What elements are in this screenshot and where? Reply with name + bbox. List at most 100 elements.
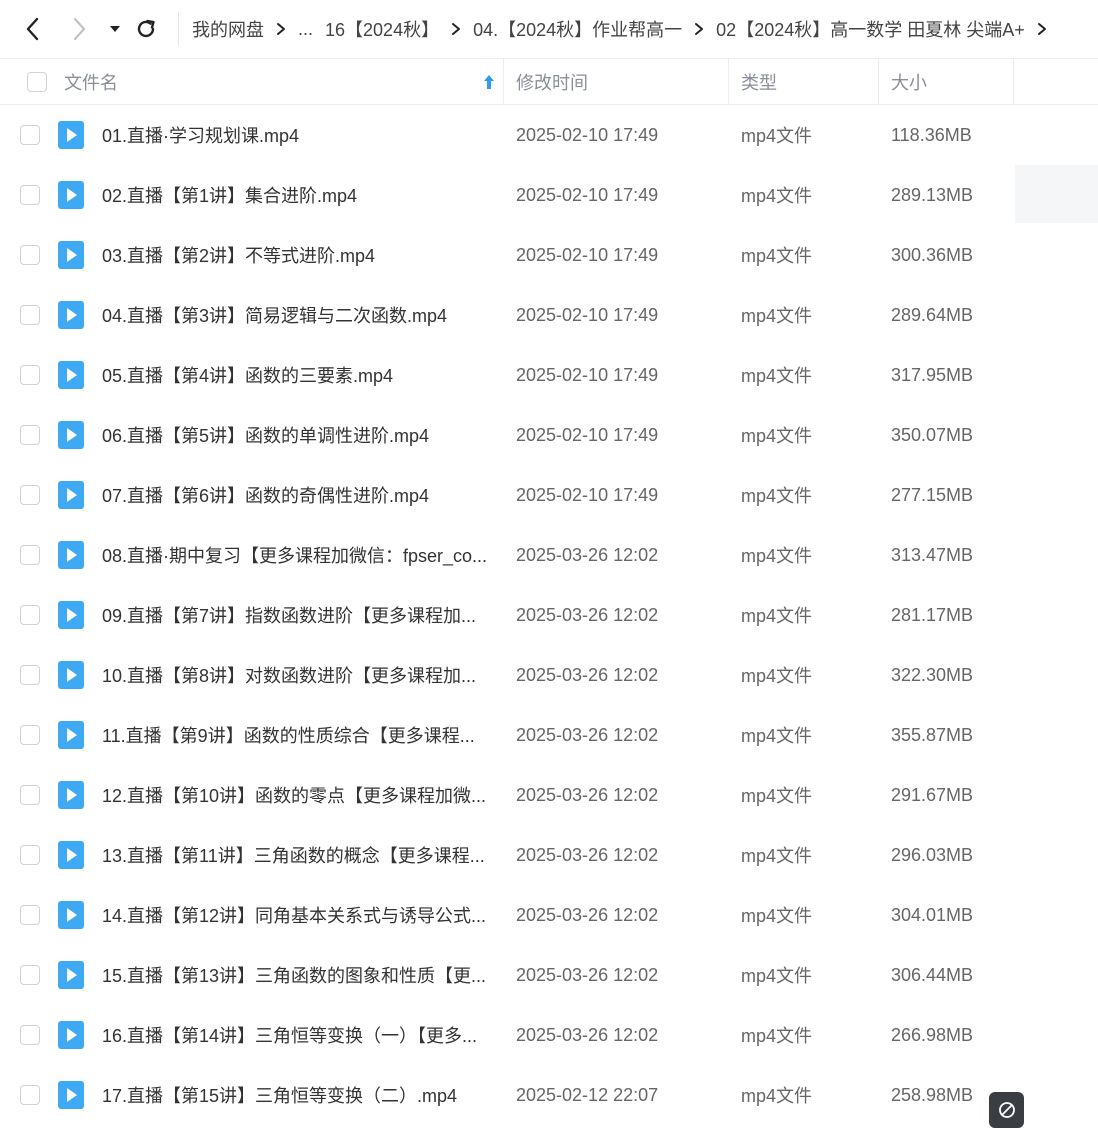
file-name[interactable]: 08.直播·期中复习【更多课程加微信：fpser_co... — [102, 525, 490, 585]
row-checkbox[interactable] — [20, 1025, 40, 1045]
row-checkbox[interactable] — [20, 185, 40, 205]
file-type: mp4文件 — [741, 546, 813, 566]
file-row[interactable]: 03.直播【第2讲】不等式进阶.mp4 2025-02-10 17:49 mp4文件… — [0, 225, 1098, 285]
refresh-button[interactable] — [131, 14, 161, 44]
file-type: mp4文件 — [741, 1026, 813, 1046]
forward-button[interactable] — [64, 14, 94, 44]
breadcrumb-item-folder-16[interactable]: 16【2024秋】 — [325, 16, 439, 42]
floating-action-button[interactable] — [989, 1092, 1024, 1128]
file-row[interactable]: 08.直播·期中复习【更多课程加微信：fpser_co... 2025-03-26… — [0, 525, 1098, 585]
row-checkbox[interactable] — [20, 245, 40, 265]
breadcrumb-item-current[interactable]: 02【2024秋】高一数学 田夏林 尖端A+ — [716, 16, 1025, 42]
file-row[interactable]: 13.直播【第11讲】三角函数的概念【更多课程... 2025-03-26 12:… — [0, 825, 1098, 885]
column-divider[interactable] — [503, 59, 504, 104]
file-row[interactable]: 12.直播【第10讲】函数的零点【更多课程加微... 2025-03-26 12:… — [0, 765, 1098, 825]
file-row[interactable]: 07.直播【第6讲】函数的奇偶性进阶.mp4 2025-02-10 17:49 mp… — [0, 465, 1098, 525]
file-name[interactable]: 01.直播·学习规划课.mp4 — [102, 105, 490, 165]
file-row[interactable]: 11.直播【第9讲】函数的性质综合【更多课程... 2025-03-26 12:0… — [0, 705, 1098, 765]
breadcrumb-item-folder-04[interactable]: 04.【2024秋】作业帮高一 — [473, 16, 682, 42]
file-size: 291.67MB — [891, 784, 974, 805]
row-checkbox[interactable] — [20, 785, 40, 805]
row-checkbox[interactable] — [20, 1085, 40, 1105]
file-size: 300.36MB — [891, 244, 974, 265]
row-checkbox[interactable] — [20, 665, 40, 685]
file-type: mp4文件 — [741, 726, 813, 746]
column-header-type[interactable]: 类型 — [741, 59, 777, 104]
file-name[interactable]: 10.直播【第8讲】对数函数进阶【更多课程加... — [102, 645, 490, 705]
file-type: mp4文件 — [741, 906, 813, 926]
row-checkbox[interactable] — [20, 125, 40, 145]
file-modified-time: 2025-02-10 17:49 — [516, 424, 659, 445]
row-checkbox[interactable] — [20, 485, 40, 505]
column-divider[interactable] — [1013, 59, 1014, 104]
column-header-size[interactable]: 大小 — [891, 59, 927, 104]
file-row[interactable]: 15.直播【第13讲】三角函数的图象和性质【更... 2025-03-26 12:… — [0, 945, 1098, 1005]
file-row[interactable]: 09.直播【第7讲】指数函数进阶【更多课程加... 2025-03-26 12:0… — [0, 585, 1098, 645]
row-checkbox[interactable] — [20, 425, 40, 445]
caret-down-icon — [110, 26, 120, 32]
file-name[interactable]: 16.直播【第14讲】三角恒等变换（一）【更多... — [102, 1005, 490, 1065]
history-dropdown-button[interactable] — [103, 14, 127, 44]
file-type: mp4文件 — [741, 126, 813, 146]
video-file-icon — [58, 721, 84, 749]
column-header-name[interactable]: 文件名 — [64, 59, 118, 104]
toolbar: 我的网盘 ... 16【2024秋】 04.【2024秋】作业帮高一 02【20… — [0, 0, 1098, 58]
arrow-up-icon[interactable] — [482, 73, 496, 91]
file-name[interactable]: 12.直播【第10讲】函数的零点【更多课程加微... — [102, 765, 490, 825]
file-type: mp4文件 — [741, 966, 813, 986]
file-row[interactable]: 16.直播【第14讲】三角恒等变换（一）【更多... 2025-03-26 12:… — [0, 1005, 1098, 1065]
file-size: 296.03MB — [891, 844, 974, 865]
file-name[interactable]: 06.直播【第5讲】函数的单调性进阶.mp4 — [102, 405, 490, 465]
file-size: 355.87MB — [891, 724, 974, 745]
file-name[interactable]: 17.直播【第15讲】三角恒等变换（二）.mp4 — [102, 1065, 490, 1125]
video-file-icon — [58, 961, 84, 989]
row-checkbox[interactable] — [20, 545, 40, 565]
file-modified-time: 2025-02-10 17:49 — [516, 244, 659, 265]
video-file-icon — [58, 841, 84, 869]
row-checkbox[interactable] — [20, 365, 40, 385]
video-file-icon — [58, 1021, 84, 1049]
file-name[interactable]: 03.直播【第2讲】不等式进阶.mp4 — [102, 225, 490, 285]
file-type: mp4文件 — [741, 1086, 813, 1106]
row-checkbox[interactable] — [20, 845, 40, 865]
file-name[interactable]: 05.直播【第4讲】函数的三要素.mp4 — [102, 345, 490, 405]
file-row[interactable]: 06.直播【第5讲】函数的单调性进阶.mp4 2025-02-10 17:49 mp… — [0, 405, 1098, 465]
file-modified-time: 2025-02-12 22:07 — [516, 1084, 659, 1105]
file-row[interactable]: 17.直播【第15讲】三角恒等变换（二）.mp4 2025-02-12 22:07… — [0, 1065, 1098, 1125]
back-button[interactable] — [18, 14, 48, 44]
file-row[interactable]: 02.直播【第1讲】集合进阶.mp4 2025-02-10 17:49 mp4文件 2… — [0, 165, 1098, 225]
file-name[interactable]: 11.直播【第9讲】函数的性质综合【更多课程... — [102, 705, 490, 765]
row-checkbox[interactable] — [20, 305, 40, 325]
file-type: mp4文件 — [741, 606, 813, 626]
file-modified-time: 2025-03-26 12:02 — [516, 784, 659, 805]
chevron-right-icon — [73, 17, 86, 41]
file-name[interactable]: 04.直播【第3讲】简易逻辑与二次函数.mp4 — [102, 285, 490, 345]
file-name[interactable]: 09.直播【第7讲】指数函数进阶【更多课程加... — [102, 585, 490, 645]
breadcrumb-item-root[interactable]: 我的网盘 — [192, 16, 264, 42]
file-name[interactable]: 02.直播【第1讲】集合进阶.mp4 — [102, 165, 490, 225]
file-row[interactable]: 10.直播【第8讲】对数函数进阶【更多课程加... 2025-03-26 12:0… — [0, 645, 1098, 705]
row-checkbox[interactable] — [20, 905, 40, 925]
file-row[interactable]: 14.直播【第12讲】同角基本关系式与诱导公式... 2025-03-26 12:… — [0, 885, 1098, 945]
video-file-icon — [58, 301, 84, 329]
file-type: mp4文件 — [741, 666, 813, 686]
file-modified-time: 2025-03-26 12:02 — [516, 844, 659, 865]
file-name[interactable]: 13.直播【第11讲】三角函数的概念【更多课程... — [102, 825, 490, 885]
column-divider[interactable] — [878, 59, 879, 104]
file-modified-time: 2025-02-10 17:49 — [516, 364, 659, 385]
file-name[interactable]: 14.直播【第12讲】同角基本关系式与诱导公式... — [102, 885, 490, 945]
breadcrumb-item-ellipsis[interactable]: ... — [298, 19, 313, 40]
select-all-checkbox[interactable] — [27, 72, 47, 92]
file-row[interactable]: 04.直播【第3讲】简易逻辑与二次函数.mp4 2025-02-10 17:49 m… — [0, 285, 1098, 345]
column-header-modified[interactable]: 修改时间 — [516, 59, 588, 104]
file-row[interactable]: 01.直播·学习规划课.mp4 2025-02-10 17:49 mp4文件 118.… — [0, 105, 1098, 165]
column-divider[interactable] — [728, 59, 729, 104]
row-checkbox[interactable] — [20, 965, 40, 985]
file-modified-time: 2025-02-10 17:49 — [516, 184, 659, 205]
row-checkbox[interactable] — [20, 605, 40, 625]
row-checkbox[interactable] — [20, 725, 40, 745]
file-name[interactable]: 07.直播【第6讲】函数的奇偶性进阶.mp4 — [102, 465, 490, 525]
file-name[interactable]: 15.直播【第13讲】三角函数的图象和性质【更... — [102, 945, 490, 1005]
file-row[interactable]: 05.直播【第4讲】函数的三要素.mp4 2025-02-10 17:49 mp4文… — [0, 345, 1098, 405]
file-size: 317.95MB — [891, 364, 974, 385]
